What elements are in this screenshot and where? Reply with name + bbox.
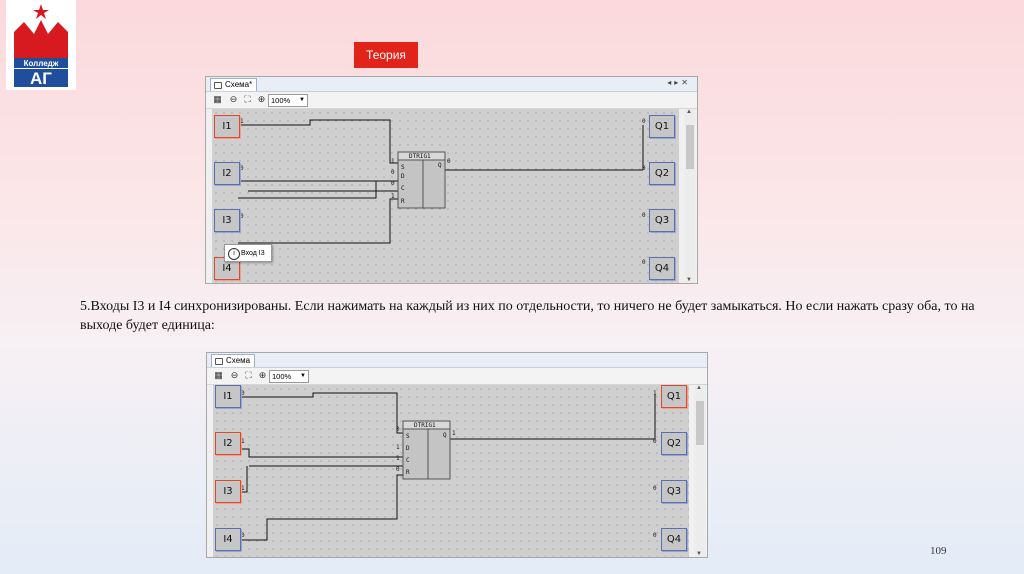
- pin-value: 0: [396, 426, 400, 433]
- pin-value: 1: [396, 444, 400, 451]
- description-text: 5.Входы I3 и I4 синхронизированы. Если н…: [80, 299, 975, 333]
- input-value: 0: [240, 165, 244, 172]
- scroll-down-icon[interactable]: ▼: [696, 551, 702, 557]
- schema-window-2: Схема ▦ ⊖ ⛶ ⊕ 100% ▼ DTRIG1 S D C R Q 0: [206, 352, 708, 558]
- vertical-scrollbar[interactable]: ▲ ▼: [695, 385, 705, 557]
- scroll-up-icon[interactable]: ▲: [686, 109, 692, 115]
- pin-q: Q: [438, 162, 442, 169]
- pin-r: R: [401, 198, 405, 205]
- logo-letters: АГ: [30, 69, 52, 88]
- pin-value: 1: [391, 193, 395, 200]
- input-value: 0: [240, 213, 244, 220]
- out-value: 0: [447, 158, 451, 165]
- scroll-thumb[interactable]: [686, 125, 694, 169]
- output-q1[interactable]: Q1: [661, 385, 687, 408]
- info-icon: i: [228, 248, 240, 260]
- tooltip: i Вход I3: [224, 244, 272, 262]
- pin-q: Q: [443, 432, 447, 439]
- block-name: DTRIG1: [409, 153, 431, 160]
- output-q2[interactable]: Q2: [649, 162, 675, 185]
- pin-value: 1: [396, 455, 400, 462]
- pin-s: S: [401, 164, 405, 171]
- input-value: 0: [241, 390, 245, 397]
- output-value: 0: [642, 212, 646, 219]
- pin-c: C: [406, 457, 410, 464]
- schema-window-1: Схема* ◂▸✕ ▦ ⊖ ⛶ ⊕ 100% ▼ DTRIG1 S D C R: [205, 76, 698, 284]
- pin-c: C: [401, 185, 405, 192]
- theory-button[interactable]: Теория: [354, 42, 418, 68]
- output-value: 0: [642, 259, 646, 266]
- input-i3[interactable]: I3: [215, 480, 241, 503]
- pin-value: 1: [391, 158, 395, 165]
- pin-d: D: [406, 445, 410, 452]
- block-name: DTRIG1: [414, 422, 436, 429]
- input-i2[interactable]: I2: [214, 162, 240, 185]
- tooltip-text: Вход I3: [241, 250, 265, 257]
- output-value: 0: [642, 118, 646, 125]
- wires-layer: DTRIG1 S D C R Q 1 0 0 1 0 1 0 0 0 0 0 0: [238, 118, 646, 266]
- output-value: 0: [653, 532, 657, 539]
- output-q2[interactable]: Q2: [661, 432, 687, 455]
- pin-value: 0: [391, 169, 395, 176]
- scroll-up-icon[interactable]: ▲: [696, 385, 702, 391]
- output-q3[interactable]: Q3: [661, 480, 687, 503]
- pin-value: 0: [391, 180, 395, 187]
- scroll-down-icon[interactable]: ▼: [686, 277, 692, 283]
- output-q1[interactable]: Q1: [649, 115, 675, 138]
- input-value: 1: [240, 118, 244, 125]
- output-q3[interactable]: Q3: [649, 209, 675, 232]
- college-logo: Колледж АГ: [6, 0, 76, 90]
- vertical-scrollbar[interactable]: ▲ ▼: [685, 109, 695, 283]
- input-i4[interactable]: I4: [215, 528, 241, 551]
- scroll-thumb[interactable]: [696, 401, 704, 445]
- input-i1[interactable]: I1: [215, 385, 241, 408]
- input-i3[interactable]: I3: [214, 209, 240, 232]
- output-value: 0: [653, 438, 657, 445]
- output-value: 1: [653, 390, 657, 397]
- input-i1[interactable]: I1: [214, 115, 240, 138]
- input-value: 1: [241, 485, 245, 492]
- output-value: 0: [653, 485, 657, 492]
- output-value: 0: [642, 165, 646, 172]
- pin-d: D: [401, 173, 405, 180]
- pin-s: S: [406, 433, 410, 440]
- output-q4[interactable]: Q4: [661, 528, 687, 551]
- logo-text: Колледж: [24, 59, 59, 68]
- input-value: 1: [241, 438, 245, 445]
- input-value: 0: [241, 532, 245, 539]
- out-value: 1: [452, 430, 456, 437]
- dtrig-block[interactable]: [402, 420, 451, 480]
- pin-r: R: [406, 469, 410, 476]
- page-number: 109: [930, 545, 947, 557]
- wires-layer: DTRIG1 S D C R Q 0 1 1 0 1 0 1 1 0 1 0 0…: [239, 390, 657, 541]
- output-q4[interactable]: Q4: [649, 257, 675, 280]
- pin-value: 0: [396, 466, 400, 473]
- input-i2[interactable]: I2: [215, 432, 241, 455]
